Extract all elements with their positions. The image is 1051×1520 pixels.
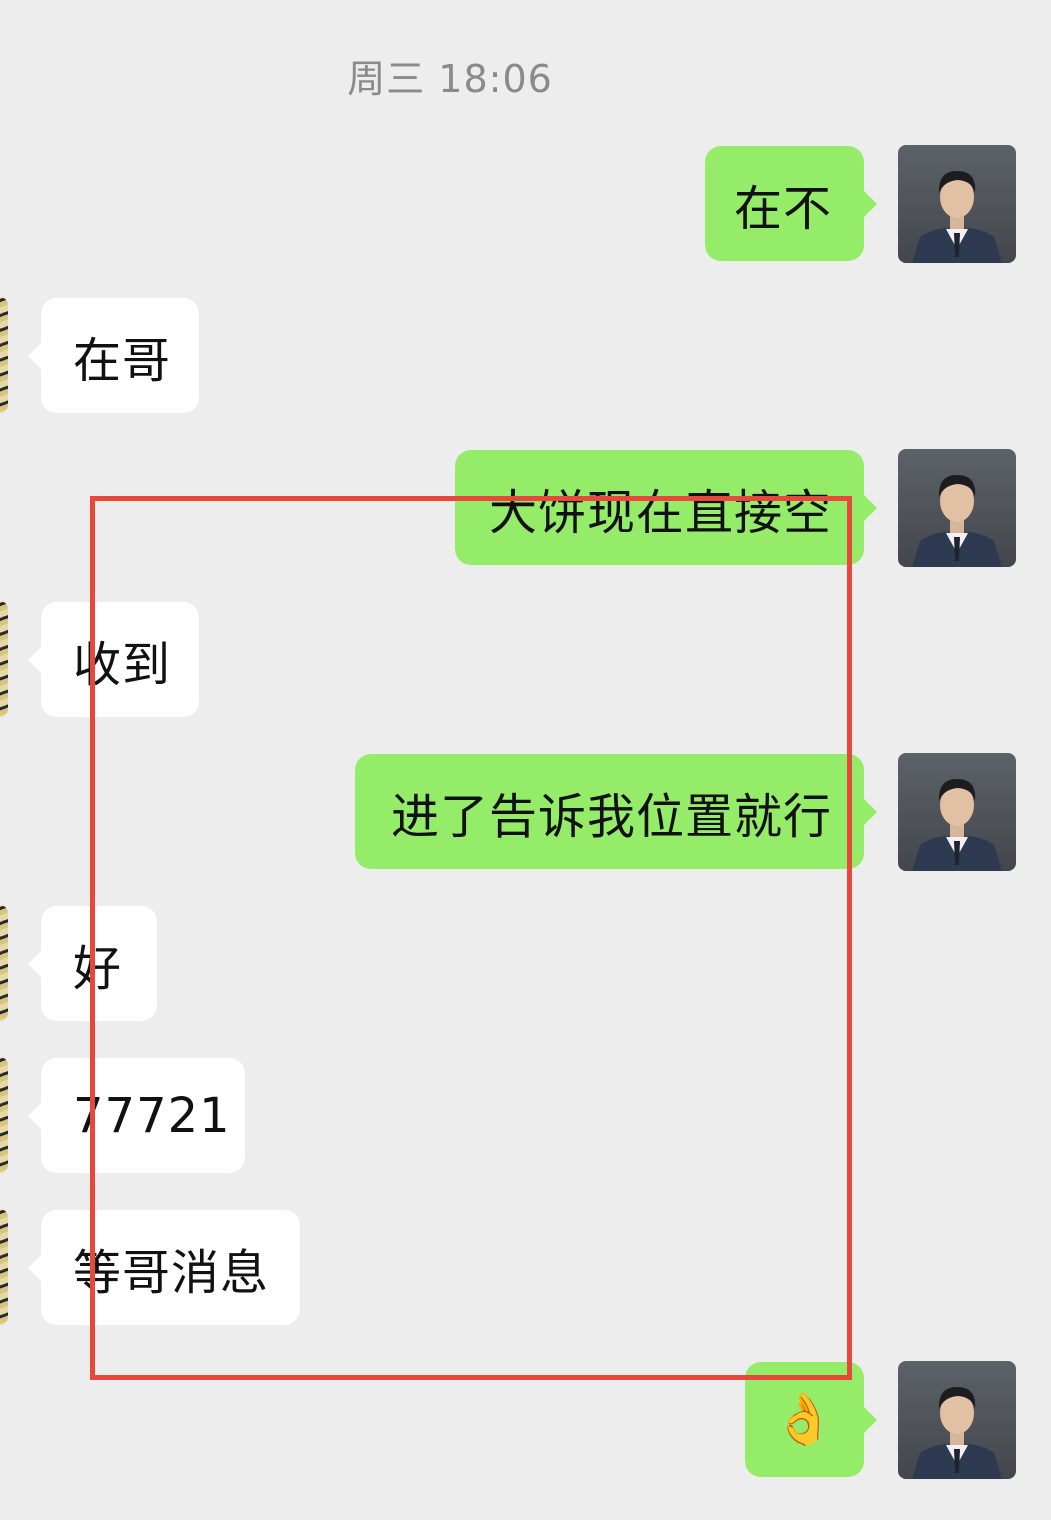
message-text: 大饼现在直接空 bbox=[488, 484, 832, 541]
contact-avatar[interactable] bbox=[0, 1057, 8, 1173]
contact-avatar[interactable] bbox=[0, 905, 8, 1021]
self-avatar[interactable] bbox=[898, 1361, 1016, 1479]
incoming-message-bubble[interactable]: 在哥 bbox=[28, 298, 199, 413]
message-text: 77721 bbox=[73, 1087, 231, 1144]
self-avatar[interactable] bbox=[898, 753, 1016, 871]
contact-avatar[interactable] bbox=[0, 1209, 8, 1325]
man-in-suit-avatar-icon bbox=[912, 1387, 1002, 1479]
self-avatar[interactable] bbox=[898, 145, 1016, 263]
incoming-message-bubble[interactable]: 77721 bbox=[28, 1058, 245, 1173]
incoming-message-bubble[interactable]: 好 bbox=[28, 906, 157, 1021]
incoming-message-bubble[interactable]: 收到 bbox=[28, 602, 199, 717]
contact-avatar[interactable] bbox=[0, 601, 8, 717]
outgoing-message-bubble[interactable]: 在不 bbox=[705, 146, 877, 261]
message-text: 进了告诉我位置就行 bbox=[390, 788, 832, 845]
ok-hand-emoji-icon: 👌 bbox=[772, 1390, 837, 1448]
outgoing-message-bubble[interactable]: 大饼现在直接空 bbox=[455, 450, 877, 565]
outgoing-message-bubble[interactable]: 进了告诉我位置就行 bbox=[355, 754, 877, 869]
message-text: 好 bbox=[73, 940, 123, 997]
message-timestamp: 周三 18:06 bbox=[347, 57, 553, 101]
incoming-message-bubble[interactable]: 等哥消息 bbox=[28, 1210, 300, 1325]
message-text: 等哥消息 bbox=[73, 1244, 270, 1301]
message-text: 在不 bbox=[733, 180, 832, 237]
man-in-suit-avatar-icon bbox=[912, 171, 1002, 263]
outgoing-message-bubble[interactable]: 👌 bbox=[745, 1362, 877, 1477]
man-in-suit-avatar-icon bbox=[912, 475, 1002, 567]
message-text: 收到 bbox=[73, 636, 172, 693]
self-avatar[interactable] bbox=[898, 449, 1016, 567]
man-in-suit-avatar-icon bbox=[912, 779, 1002, 871]
contact-avatar[interactable] bbox=[0, 297, 8, 413]
message-text: 在哥 bbox=[73, 332, 172, 389]
